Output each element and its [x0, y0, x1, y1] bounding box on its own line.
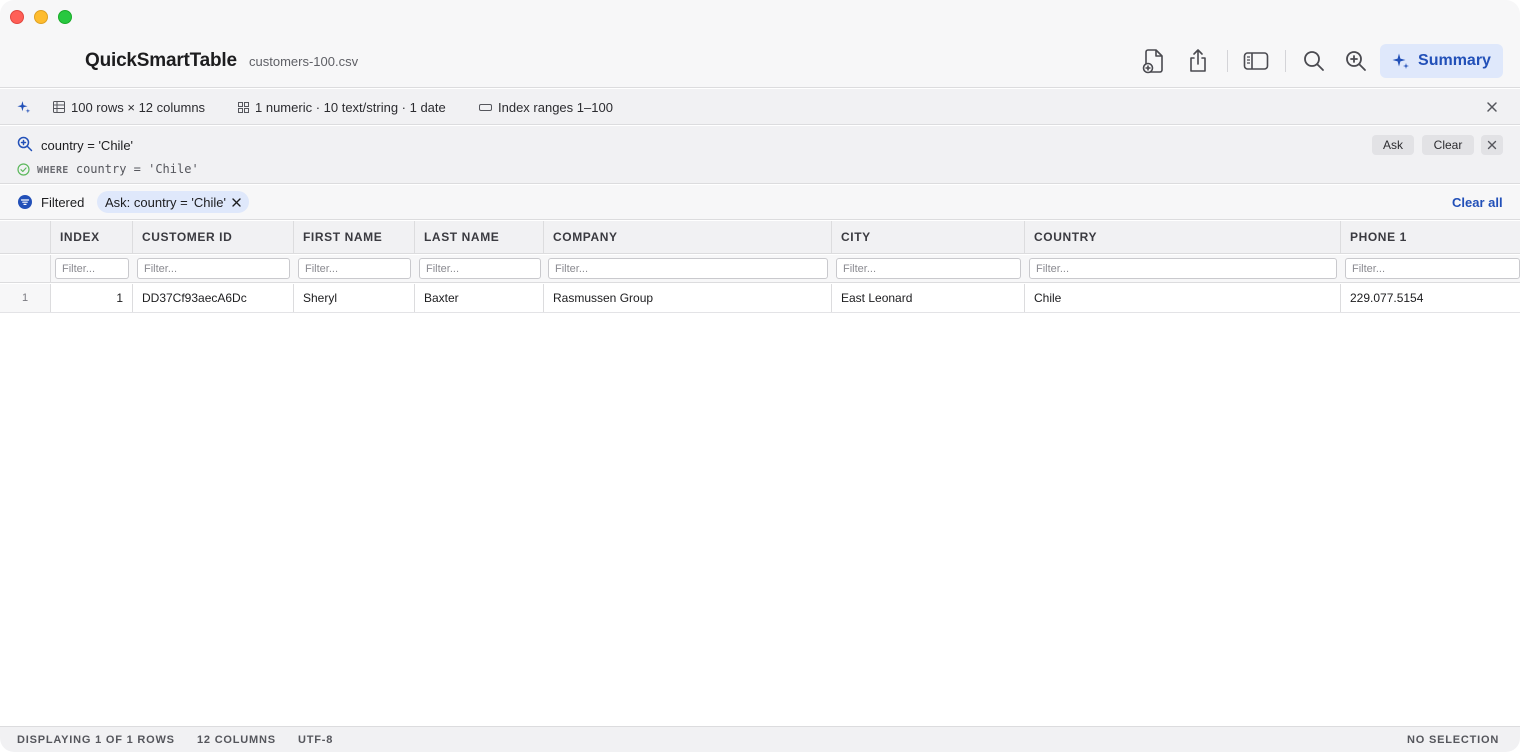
query-search-icon — [17, 136, 33, 157]
minimize-window-button[interactable] — [34, 10, 48, 24]
check-circle-icon — [17, 163, 30, 181]
sql-clause: country = 'Chile' — [75, 162, 199, 176]
header-row: INDEX CUSTOMER ID FIRST NAME LAST NAME C… — [0, 221, 1520, 254]
sql-keyword: WHERE — [37, 165, 69, 176]
ruler-icon — [479, 103, 492, 111]
table-cell[interactable]: 229.077.5154 — [1341, 284, 1520, 312]
encoding-status: UTF-8 — [298, 734, 334, 746]
app-title: QuickSmartTable — [85, 50, 237, 71]
column-types-text: 1 numeric · 10 text/string · 1 date — [255, 99, 446, 115]
rows-columns-info: 100 rows × 12 columns — [53, 89, 205, 125]
rows-columns-text: 100 rows × 12 columns — [71, 99, 206, 115]
clear-button[interactable]: Clear — [1422, 135, 1474, 155]
column-header[interactable]: PHONE 1 — [1341, 221, 1520, 253]
filter-bar: Filtered Ask: country = 'Chile' Clear al… — [0, 185, 1520, 220]
sql-preview: WHERE country = 'Chile' — [37, 162, 199, 176]
filter-icon — [18, 195, 32, 214]
filter-chip[interactable]: Ask: country = 'Chile' — [97, 191, 249, 213]
filter-chip-label: Ask: country = 'Chile' — [105, 194, 226, 210]
close-query-icon[interactable] — [1481, 135, 1503, 155]
app-window: QuickSmartTable customers-100.csv Summar… — [0, 0, 1520, 752]
column-types-info: 1 numeric · 10 text/string · 1 date — [238, 89, 446, 125]
close-window-button[interactable] — [10, 10, 24, 24]
summary-label: Summary — [1418, 52, 1491, 69]
filtered-label: Filtered — [41, 195, 85, 210]
index-range-text: Index ranges 1–100 — [498, 99, 613, 115]
file-name: customers-100.csv — [249, 54, 359, 69]
column-count-status: 12 COLUMNS — [197, 734, 276, 746]
column-filter-input[interactable] — [55, 258, 129, 279]
column-filter-input[interactable] — [1345, 258, 1520, 279]
column-filter-input[interactable] — [137, 258, 290, 279]
row-count-status: DISPLAYING 1 OF 1 ROWS — [17, 734, 175, 746]
table-cell[interactable]: Chile — [1025, 284, 1341, 312]
table-cell[interactable]: 1 — [51, 284, 133, 312]
grid-icon — [238, 101, 249, 113]
column-header[interactable]: INDEX — [51, 221, 133, 253]
search-icon[interactable] — [1301, 48, 1327, 74]
title-bar: QuickSmartTable customers-100.csv Summar… — [0, 0, 1520, 88]
column-header[interactable]: CITY — [832, 221, 1025, 253]
index-range-info: Index ranges 1–100 — [479, 89, 613, 125]
column-filter-input[interactable] — [419, 258, 541, 279]
zoom-in-icon[interactable] — [1343, 48, 1369, 74]
sparkle-icon — [1392, 53, 1410, 69]
query-panel: WHERE country = 'Chile' Ask Clear — [0, 126, 1520, 184]
row-number-header — [0, 221, 51, 253]
remove-filter-icon[interactable] — [232, 197, 241, 207]
new-file-icon[interactable] — [1141, 48, 1167, 74]
table-row[interactable]: 1 1 DD37Cf93aecA6Dc Sheryl Baxter Rasmus… — [0, 284, 1520, 313]
table-cell[interactable]: East Leonard — [832, 284, 1025, 312]
sparkle-icon[interactable] — [17, 89, 31, 125]
column-filter-input[interactable] — [548, 258, 828, 279]
table-icon — [53, 101, 65, 113]
row-number: 1 — [0, 284, 51, 312]
filter-row — [0, 255, 1520, 283]
column-filter-input[interactable] — [298, 258, 411, 279]
status-bar: DISPLAYING 1 OF 1 ROWS 12 COLUMNS UTF-8 … — [0, 726, 1520, 752]
summary-button[interactable]: Summary — [1380, 44, 1503, 78]
ask-button[interactable]: Ask — [1372, 135, 1414, 155]
column-header[interactable]: CUSTOMER ID — [133, 221, 294, 253]
selection-status: NO SELECTION — [1407, 734, 1500, 746]
column-header[interactable]: LAST NAME — [415, 221, 544, 253]
column-header[interactable]: COMPANY — [544, 221, 832, 253]
clear-all-link[interactable]: Clear all — [1452, 195, 1503, 210]
column-filter-input[interactable] — [1029, 258, 1337, 279]
filter-row-spacer — [0, 255, 51, 282]
close-icon[interactable] — [1485, 100, 1499, 114]
table-cell[interactable]: DD37Cf93aecA6Dc — [133, 284, 294, 312]
table-cell[interactable]: Sheryl — [294, 284, 415, 312]
toolbar-divider — [1227, 50, 1228, 72]
table-cell[interactable]: Baxter — [415, 284, 544, 312]
column-header[interactable]: COUNTRY — [1025, 221, 1341, 253]
sidebar-icon[interactable] — [1243, 48, 1269, 74]
share-icon[interactable] — [1185, 48, 1211, 74]
column-header[interactable]: FIRST NAME — [294, 221, 415, 253]
table-cell[interactable]: Rasmussen Group — [544, 284, 832, 312]
zoom-window-button[interactable] — [58, 10, 72, 24]
column-filter-input[interactable] — [836, 258, 1021, 279]
toolbar-divider — [1285, 50, 1286, 72]
info-bar: 100 rows × 12 columns 1 numeric · 10 tex… — [0, 89, 1520, 125]
query-input[interactable] — [41, 136, 1341, 154]
